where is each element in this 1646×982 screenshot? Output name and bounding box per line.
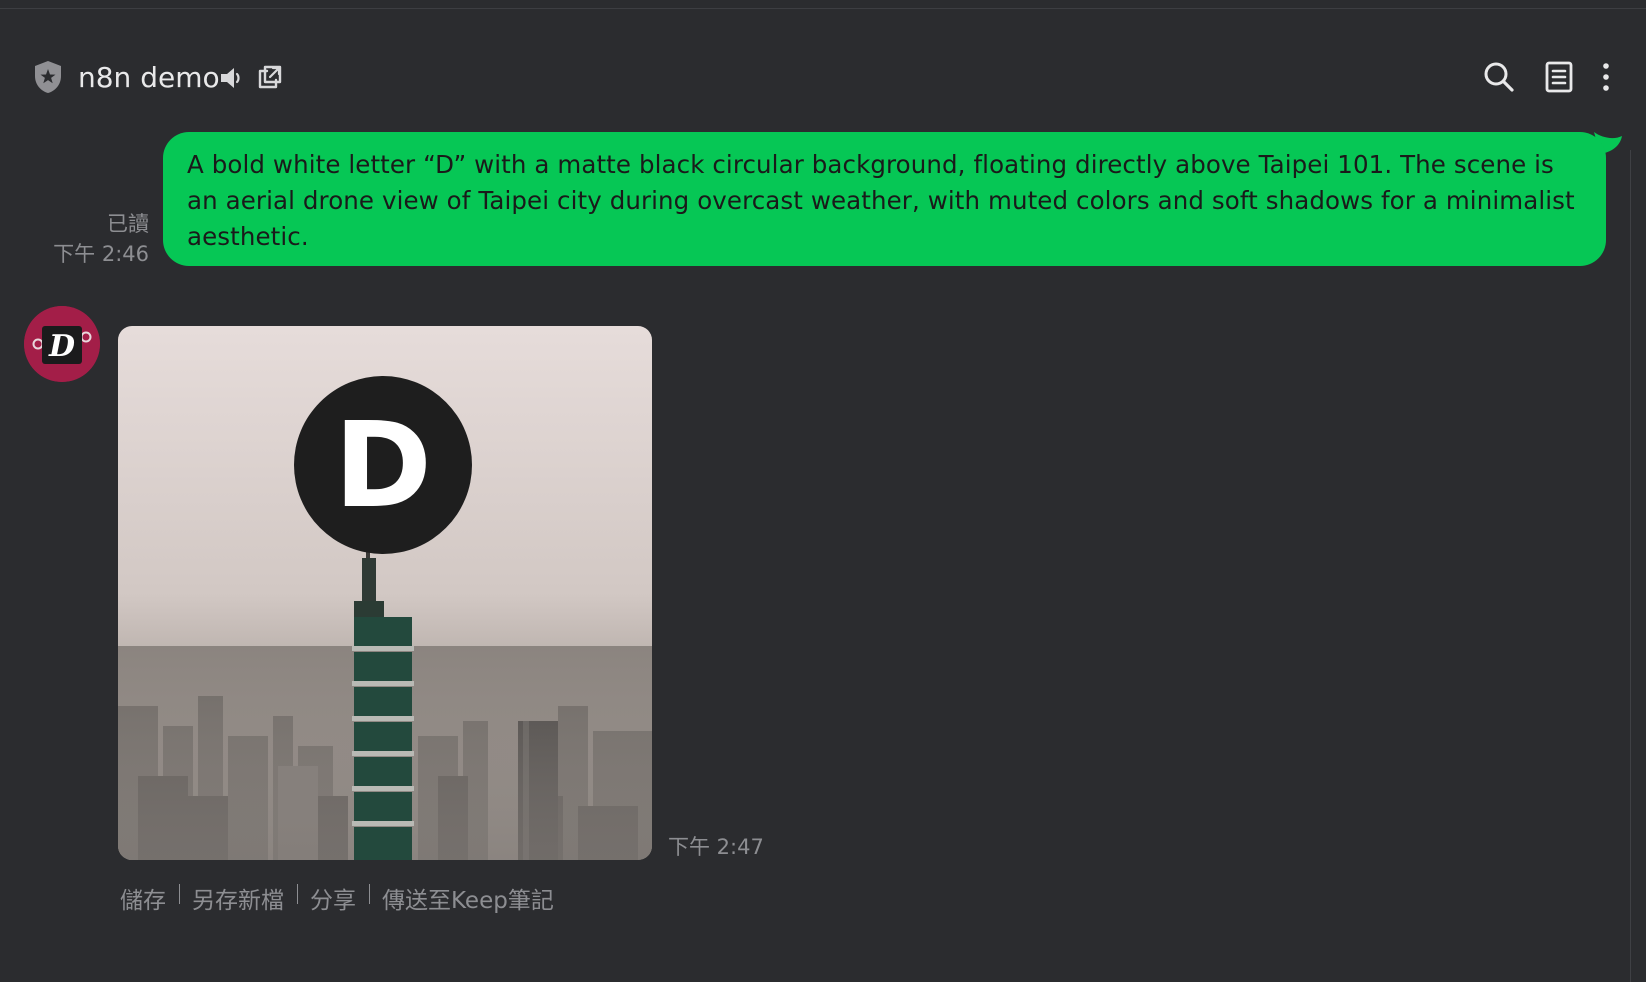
save-action[interactable]: 儲存 bbox=[120, 881, 166, 915]
scrollbar[interactable] bbox=[1630, 150, 1631, 982]
received-image[interactable]: D bbox=[118, 326, 652, 860]
shield-star-icon bbox=[35, 61, 61, 93]
avatar[interactable]: D bbox=[24, 306, 100, 382]
action-divider bbox=[369, 884, 370, 904]
sent-message-text: A bold white letter “D” with a matte bla… bbox=[187, 150, 1575, 251]
read-status: 已讀 bbox=[107, 212, 149, 236]
chat-header: n8n demo bbox=[0, 52, 1646, 104]
save-as-action[interactable]: 另存新檔 bbox=[192, 881, 284, 915]
action-divider bbox=[297, 884, 298, 904]
image-actions: 儲存 另存新檔 分享 傳送至Keep筆記 bbox=[120, 882, 554, 914]
search-icon[interactable] bbox=[1482, 60, 1516, 94]
send-to-keep-action[interactable]: 傳送至Keep筆記 bbox=[382, 881, 554, 915]
notes-icon[interactable] bbox=[1542, 60, 1576, 94]
popout-icon[interactable] bbox=[256, 63, 284, 91]
share-action[interactable]: 分享 bbox=[310, 881, 356, 915]
more-vertical-icon[interactable] bbox=[1594, 60, 1618, 94]
avatar-logo-icon: D bbox=[24, 306, 100, 382]
speaker-mute-icon bbox=[221, 68, 240, 88]
sent-timestamp: 下午 2:46 bbox=[53, 242, 149, 266]
image-letter: D bbox=[334, 396, 432, 534]
action-divider bbox=[179, 884, 180, 904]
sent-message-bubble[interactable]: A bold white letter “D” with a matte bla… bbox=[163, 132, 1606, 266]
received-timestamp: 下午 2:47 bbox=[668, 835, 764, 859]
chat-title[interactable]: n8n demo bbox=[78, 58, 220, 98]
top-divider bbox=[0, 0, 1646, 9]
avatar-letter: D bbox=[48, 329, 75, 364]
